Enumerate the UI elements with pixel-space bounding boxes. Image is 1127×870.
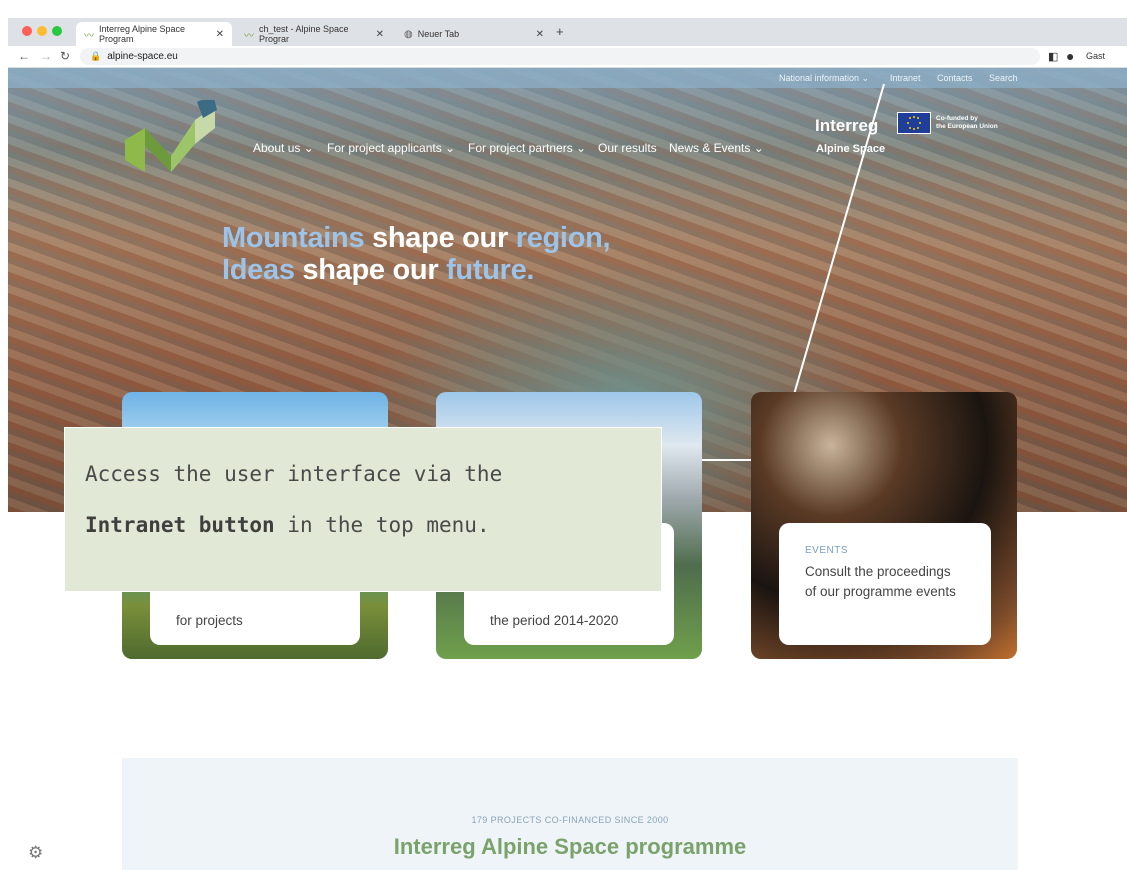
instruction-callout: Access the user interface via the Intran… [64, 427, 662, 592]
search-link[interactable]: Search [989, 73, 1018, 83]
cofunded-text: Co-funded by the European Union [936, 115, 998, 131]
headline-line2: Ideas shape our future. [222, 254, 610, 286]
projects-count: 179 PROJECTS CO-FINANCED SINCE 2000 [471, 815, 669, 825]
tab-interreg[interactable]: 〰 Interreg Alpine Space Program ✕ [76, 22, 232, 46]
profile-label[interactable]: Gast [1086, 51, 1105, 61]
tab-ch-test[interactable]: 〰 ch_test - Alpine Space Prograr ✕ [236, 22, 392, 46]
url-text: alpine-space.eu [107, 51, 178, 62]
nav-project-partners[interactable]: For project partners ⌄ [468, 141, 586, 155]
programme-title: Interreg Alpine Space programme [393, 834, 747, 859]
alpine-space-wordmark: Alpine Space [816, 143, 886, 155]
interreg-favicon-icon: 〰 [244, 30, 254, 42]
tab-label: ch_test - Alpine Space Prograr [259, 24, 349, 44]
gear-icon[interactable]: ⚙ [28, 843, 43, 863]
close-window-dot[interactable] [22, 26, 32, 36]
reload-icon[interactable]: ↻ [60, 49, 70, 63]
tab-label: Neuer Tab [417, 29, 460, 39]
callout-line1: Access the user interface via the [85, 462, 503, 486]
interreg-favicon-icon: 〰 [84, 30, 94, 42]
contacts-link[interactable]: Contacts [937, 73, 973, 83]
browser-tab-bar: 〰 Interreg Alpine Space Program ✕ 〰 ch_t… [8, 18, 1127, 46]
interreg-wordmark: Interreg [815, 116, 879, 135]
callout-line2: Intranet button in the top menu. [85, 513, 490, 537]
card-description: the period 2014-2020 [490, 613, 619, 628]
sidebar-toggle-icon[interactable]: ◧ [1048, 50, 1058, 63]
callout-rest: in the top menu. [274, 513, 490, 537]
new-tab-button[interactable]: + [556, 24, 564, 39]
cofunded-line1: Co-funded by [936, 115, 978, 122]
nav-about-us[interactable]: About us ⌄ [253, 141, 314, 155]
intranet-link[interactable]: Intranet [890, 73, 921, 83]
close-tab-icon[interactable]: ✕ [536, 29, 544, 40]
headline-text: shape our [294, 254, 447, 286]
programme-section: 179 PROJECTS CO-FINANCED SINCE 2000 Inte… [122, 758, 1018, 870]
nav-project-applicants[interactable]: For project applicants ⌄ [327, 141, 455, 155]
card-description: for projects [176, 613, 243, 628]
headline-line1: Mountains shape our region, [222, 222, 611, 254]
close-tab-icon[interactable]: ✕ [216, 29, 224, 40]
card-events[interactable]: EVENTS Consult the proceedings of our pr… [751, 392, 1017, 659]
tab-label: Interreg Alpine Space Program [99, 24, 186, 44]
card-content: EVENTS Consult the proceedings of our pr… [779, 523, 991, 645]
nav-our-results[interactable]: Our results [598, 141, 657, 155]
url-field[interactable]: 🔒 alpine-space.eu [80, 48, 1040, 65]
address-bar: ← → ↻ 🔒 alpine-space.eu ◧ ● Gast [8, 46, 1127, 68]
eu-flag-icon [897, 112, 931, 134]
lock-icon: 🔒 [90, 51, 102, 61]
alpine-space-logo[interactable] [125, 100, 217, 172]
callout-emphasis: Intranet button [85, 513, 275, 537]
cofunded-line2: the European Union [936, 123, 998, 130]
hero-headline: Mountains shape our region, Ideas shape … [222, 222, 611, 286]
card-label: EVENTS [805, 545, 849, 556]
globe-icon: ◍ [404, 28, 413, 40]
headline-word-mountains: Mountains [222, 222, 365, 254]
close-tab-icon[interactable]: ✕ [376, 29, 384, 40]
headline-word-region: region, [515, 222, 611, 254]
nav-news-events[interactable]: News & Events ⌄ [669, 141, 764, 155]
headline-word-future: future. [446, 254, 535, 286]
profile-avatar-icon[interactable]: ● [1066, 48, 1074, 64]
headline-word-ideas: Ideas [222, 254, 295, 286]
zoom-window-dot[interactable] [52, 26, 62, 36]
card-description-line2: of our programme events [805, 584, 956, 599]
forward-arrow-icon[interactable]: → [40, 49, 52, 63]
tab-new[interactable]: ◍ Neuer Tab ✕ [396, 22, 552, 46]
headline-text: shape our [364, 222, 516, 254]
national-information-link[interactable]: National information ⌄ [779, 73, 869, 84]
back-arrow-icon[interactable]: ← [18, 49, 30, 63]
card-description-line1: Consult the proceedings [805, 564, 951, 579]
minimize-window-dot[interactable] [37, 26, 47, 36]
